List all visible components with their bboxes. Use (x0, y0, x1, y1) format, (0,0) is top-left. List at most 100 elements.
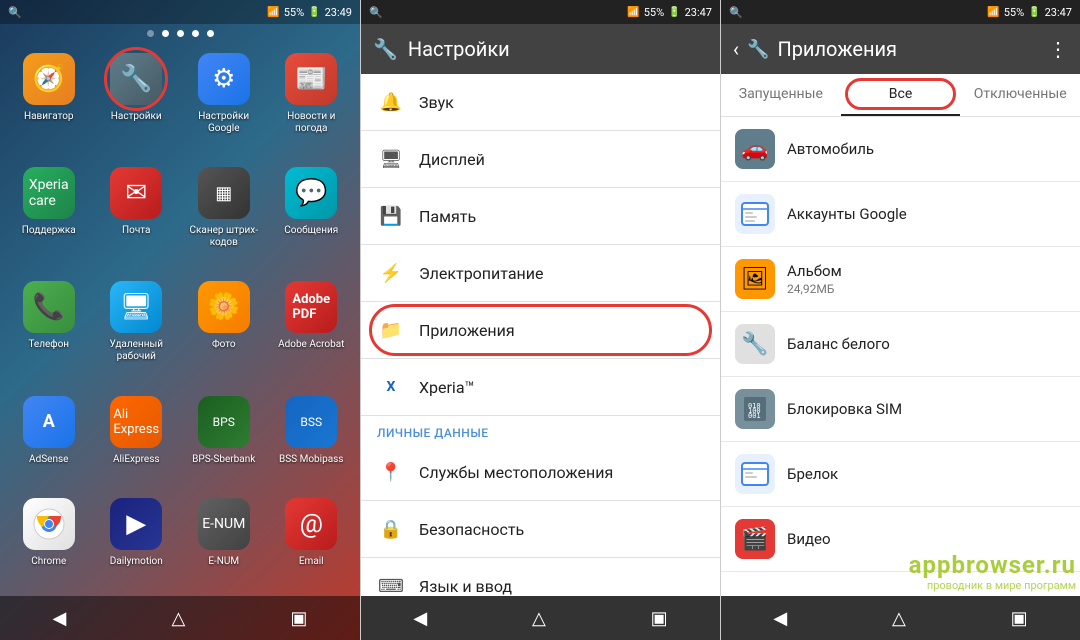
status-left: 🔍 (8, 6, 22, 19)
recents-button-apps-nav[interactable]: ▣ (1003, 600, 1036, 637)
app-enum[interactable]: E-NUM E-NUM (185, 496, 263, 588)
nav-bar-apps: ◀ △ ▣ (721, 596, 1080, 640)
status-bar-home: 🔍 📶 55% 🔋 23:49 (0, 0, 360, 24)
app-sms[interactable]: 💬 Сообщения (273, 165, 351, 269)
battery-icon-home: 🔋 (308, 7, 320, 18)
app-settings-google[interactable]: ⚙ Настройки Google (185, 51, 263, 155)
app-bss[interactable]: BSS BSS Mobipass (273, 394, 351, 486)
dot-5 (207, 30, 214, 37)
app-mail[interactable]: ✉ Почта (98, 165, 176, 269)
apps-settings-icon: 📁 (377, 316, 405, 344)
settings-item-language[interactable]: ⌨ Язык и ввод (361, 558, 720, 596)
battery-icon-apps: 🔋 (1028, 7, 1040, 18)
app-icon-chrome (23, 498, 75, 550)
app-icon-adobe: AdobePDF (285, 281, 337, 333)
settings-header-icon: 🔧 (373, 37, 398, 61)
tab-all[interactable]: Все (841, 74, 961, 116)
sound-icon: 🔔 (377, 88, 405, 116)
app-icon-settings-google: ⚙ (198, 53, 250, 105)
app-list-icon-keychain (735, 454, 775, 494)
recents-button-settings[interactable]: ▣ (643, 600, 676, 637)
app-list-info-white-balance: Баланс белого (787, 335, 1066, 353)
app-bps[interactable]: BPS BPS-Sberbank (185, 394, 263, 486)
settings-item-memory[interactable]: 💾 Память (361, 188, 720, 245)
app-email[interactable]: @ Email (273, 496, 351, 588)
app-label-email: Email (299, 556, 324, 568)
list-item-sim-lock[interactable]: 010 100 001 Блокировка SIM (721, 377, 1080, 442)
list-item-google-accounts[interactable]: Аккаунты Google (721, 182, 1080, 247)
settings-item-sound[interactable]: 🔔 Звук (361, 74, 720, 131)
app-list-name-auto: Автомобиль (787, 140, 1066, 158)
apps-list: 🚗 Автомобиль Аккаунты Google 🖼 (721, 117, 1080, 596)
app-phone[interactable]: 📞 Телефон (10, 279, 88, 383)
app-label-settings-google: Настройки Google (188, 111, 260, 135)
app-chrome[interactable]: Chrome (10, 496, 88, 588)
battery-home: 55% (284, 6, 304, 19)
app-list-name-google-accounts: Аккаунты Google (787, 205, 1066, 223)
app-navigator[interactable]: 🧭 Навигатор (10, 51, 88, 155)
nav-bar-home: ◀ △ ▣ (0, 596, 360, 640)
app-remote[interactable]: 🖥 Удаленный рабочий (98, 279, 176, 383)
app-list-name-album: Альбом (787, 262, 1066, 280)
app-list-info-auto: Автомобиль (787, 140, 1066, 158)
app-ali[interactable]: AliExpress AliExpress (98, 394, 176, 486)
app-icon-sms: 💬 (285, 167, 337, 219)
app-list-info-google-accounts: Аккаунты Google (787, 205, 1066, 223)
app-daily[interactable]: ▶ Dailymotion (98, 496, 176, 588)
app-photo[interactable]: 🌼 Фото (185, 279, 263, 383)
app-icon-email: @ (285, 498, 337, 550)
app-list-info-sim-lock: Блокировка SIM (787, 400, 1066, 418)
app-list-icon-google-accounts (735, 194, 775, 234)
app-label-support: Поддержка (22, 225, 76, 237)
app-label-phone: Телефон (28, 339, 69, 351)
app-label-settings: Настройки (111, 111, 162, 123)
home-button-apps-nav[interactable]: △ (884, 600, 914, 637)
battery-apps: 55% (1004, 6, 1024, 19)
app-list-icon-album: 🖼 (735, 259, 775, 299)
app-icon-ali: AliExpress (110, 396, 162, 448)
back-button-settings[interactable]: ◀ (405, 600, 435, 637)
settings-label-xperia: Xperia™ (419, 378, 475, 397)
app-label-adsense: AdSense (29, 454, 68, 466)
settings-item-security[interactable]: 🔒 Безопасность (361, 501, 720, 558)
app-list-size-album: 24,92МБ (787, 282, 1066, 296)
personal-data-section-label: ЛИЧНЫЕ ДАННЫЕ (361, 416, 720, 444)
more-menu-button[interactable]: ⋮ (1048, 37, 1068, 61)
back-button-home[interactable]: ◀ (45, 600, 75, 637)
app-settings[interactable]: 🔧 Настройки (98, 51, 176, 155)
tab-disabled[interactable]: Отключенные (960, 74, 1080, 116)
status-bar-settings: 🔍 📶 55% 🔋 23:47 (361, 0, 720, 24)
back-button-apps[interactable]: ‹ (733, 37, 739, 61)
app-barcode[interactable]: ▦ Сканер штрих-кодов (185, 165, 263, 269)
list-item-auto[interactable]: 🚗 Автомобиль (721, 117, 1080, 182)
settings-item-power[interactable]: ⚡ Электропитание (361, 245, 720, 302)
app-icon-enum: E-NUM (198, 498, 250, 550)
app-list-info-video: Видео (787, 530, 1066, 548)
list-item-white-balance[interactable]: 🔧 Баланс белого (721, 312, 1080, 377)
app-list-name-sim-lock: Блокировка SIM (787, 400, 1066, 418)
recents-button-home[interactable]: ▣ (282, 600, 315, 637)
settings-item-xperia[interactable]: X Xperia™ (361, 359, 720, 416)
apps-tabs-bar: Запущенные Все Отключенные (721, 74, 1080, 117)
settings-panel: 🔍 📶 55% 🔋 23:47 🔧 Настройки 🔔 Звук 🖥 Дис… (360, 0, 720, 640)
app-news[interactable]: 📰 Новости и погода (273, 51, 351, 155)
app-list-info-album: Альбом 24,92МБ (787, 262, 1066, 296)
app-support[interactable]: Xperiacare Поддержка (10, 165, 88, 269)
back-button-apps-nav[interactable]: ◀ (765, 600, 795, 637)
list-item-video[interactable]: 🎬 Видео (721, 507, 1080, 572)
list-item-album[interactable]: 🖼 Альбом 24,92МБ (721, 247, 1080, 312)
app-label-bss: BSS Mobipass (279, 454, 343, 466)
settings-item-apps[interactable]: 📁 Приложения (361, 302, 720, 359)
app-icon-phone: 📞 (23, 281, 75, 333)
app-adobe[interactable]: AdobePDF Adobe Acrobat (273, 279, 351, 383)
settings-item-display[interactable]: 🖥 Дисплей (361, 131, 720, 188)
tab-running[interactable]: Запущенные (721, 74, 841, 116)
app-adsense[interactable]: A AdSense (10, 394, 88, 486)
list-item-keychain[interactable]: Брелок (721, 442, 1080, 507)
signal-settings: 📶 (627, 7, 639, 18)
home-button-home[interactable]: △ (163, 600, 193, 637)
status-right-apps: 📶 55% 🔋 23:47 (987, 6, 1072, 19)
security-icon: 🔒 (377, 515, 405, 543)
settings-item-location[interactable]: 📍 Службы местоположения (361, 444, 720, 501)
home-button-settings[interactable]: △ (524, 600, 554, 637)
